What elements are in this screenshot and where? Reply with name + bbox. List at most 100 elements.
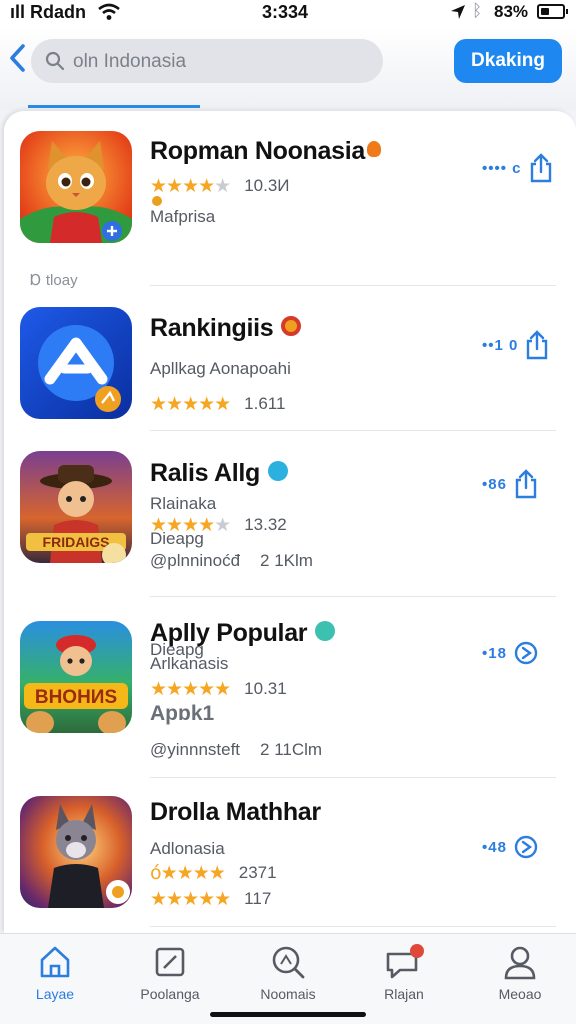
- app-subtitle: Rlainaka: [150, 494, 217, 513]
- row3-meta: @plnninoćđ 2 1Klm: [150, 551, 313, 571]
- app-icon-wolf: [20, 796, 132, 908]
- app-title-text: Aplly Popular: [150, 619, 308, 647]
- list-item[interactable]: Drolla Mathhar Adlonasia ó★★★★ 2371 ★★★★…: [4, 778, 576, 933]
- chat-icon: [386, 944, 424, 979]
- rating: ★★★★★ 117: [150, 888, 271, 910]
- rating-count: 117: [244, 889, 272, 908]
- tab-square[interactable]: Poolanga: [120, 944, 220, 1002]
- svg-text:FRIDAIGS: FRIDAIGS: [43, 534, 110, 550]
- app-list: Ropman Noonasia ★★★★★ 10.3И Mafprisa •••…: [4, 111, 576, 933]
- app-title-text: Drolla Mathhar: [150, 798, 321, 826]
- segment-indicator: [28, 105, 200, 108]
- search-icon: [45, 51, 65, 76]
- rating-count: 1.611: [244, 394, 286, 413]
- app-title[interactable]: Aplly Popular: [150, 619, 480, 648]
- location-icon: [450, 4, 466, 25]
- app-title-text: Ropman Noonasia: [150, 137, 365, 165]
- tab-label: Meoao: [498, 986, 542, 1002]
- tab-search[interactable]: Noomais: [238, 944, 338, 1002]
- divider: [150, 926, 556, 927]
- reward-badge-icon: [281, 316, 302, 337]
- rating: ó★★★★ 2371: [150, 862, 277, 884]
- tab-label: Noomais: [260, 986, 316, 1002]
- share-icon: [530, 153, 551, 183]
- rating: ★★★★★ 1.611: [150, 393, 285, 415]
- star-rating-icon: ★★★★★: [150, 393, 231, 415]
- star-rating-icon: ★★★★★: [150, 678, 231, 700]
- ranking-button[interactable]: Dkaking: [454, 39, 562, 83]
- play-share-icon: [514, 641, 538, 665]
- app-title[interactable]: Ralis Allg: [150, 459, 288, 488]
- share-count: •48: [482, 838, 507, 856]
- list-item[interactable]: FRIDAIGS Ralis Allg Rlainaka ★★★★★ 13.32…: [4, 431, 576, 659]
- app-subtitle: Apllkag Aonapoahi: [150, 359, 291, 378]
- app-icon-cat: [20, 131, 132, 243]
- tab-label: Layae: [35, 986, 75, 1002]
- tab-chat[interactable]: Rlajan: [354, 944, 454, 1002]
- tab-label: Rlajan: [384, 986, 424, 1002]
- rating-count: 10.3И: [244, 176, 290, 195]
- share-count: •86: [482, 475, 507, 493]
- row4-block: Aplly Popular Arlkanasis ★★★★★ 10.31 Apɒ…: [150, 619, 480, 760]
- chevron-left-icon: [10, 44, 25, 72]
- share-button[interactable]: •86: [482, 469, 539, 499]
- tab-home[interactable]: Layae: [5, 944, 105, 1002]
- app-meta: @yinnnsteft 2 11Clm: [150, 740, 480, 760]
- app-extra: Dieapg: [150, 529, 204, 548]
- share-icon: [515, 469, 537, 499]
- clock: 3:334: [262, 2, 309, 22]
- divider: [150, 777, 556, 778]
- share-count: •••• c: [482, 159, 522, 177]
- share-button[interactable]: •••• c: [482, 153, 554, 183]
- app-size: 2 1Klm: [260, 551, 313, 570]
- carrier-label: ıll Rdadn: [10, 2, 86, 22]
- star-rating-icon: ★★★★★: [150, 175, 231, 197]
- status-bar: ıll Rdadn 3:334 ᛒ 83%: [0, 0, 576, 26]
- app-subtitle: Mafprisa: [150, 207, 216, 226]
- app-handle: @yinnnsteft: [150, 740, 241, 759]
- share-button[interactable]: ••1 0: [482, 330, 550, 360]
- tab-bar: Layae Poolanga Noomais Rlajan Meoao: [0, 933, 576, 1024]
- row3-details: Dieapg: [150, 529, 204, 549]
- play-share-icon: [514, 835, 538, 859]
- app-icon-adventure: ВНОНИS: [20, 621, 132, 733]
- search-query: oln Indonasia: [73, 51, 187, 72]
- app-icon-cowboy: FRIDAIGS: [20, 451, 132, 563]
- search-input[interactable]: oln Indonasia: [31, 39, 383, 83]
- share-button[interactable]: •48: [482, 834, 539, 860]
- share-icon: [527, 330, 548, 360]
- rating-count: 13.32: [244, 515, 287, 534]
- back-button[interactable]: [6, 40, 30, 76]
- app-subtitle: Adlonasia: [150, 839, 225, 858]
- home-icon: [40, 946, 70, 978]
- app-size: 2 11Clm: [260, 740, 323, 759]
- rating: ★★★★★ 10.31: [150, 678, 480, 700]
- rating-count: 2371: [238, 863, 277, 882]
- app-title-text: Rankingiis: [150, 314, 274, 342]
- verified-icon: [268, 461, 288, 482]
- bluetooth-icon: ᛒ: [472, 1, 483, 20]
- share-count: ••1 0: [482, 336, 519, 354]
- app-handle: @plnninoćđ: [150, 551, 241, 570]
- app-title[interactable]: Ropman Noonasia: [150, 137, 381, 166]
- navigation-bar: oln Indonasia Dkaking: [0, 26, 576, 110]
- rating: ★★★★★ 10.3И: [150, 175, 290, 197]
- tab-profile[interactable]: Meoao: [470, 944, 570, 1002]
- tab-label: Poolanga: [140, 986, 200, 1002]
- share-button[interactable]: •18: [482, 640, 539, 666]
- square-icon: [155, 947, 185, 977]
- app-title[interactable]: Drolla Mathhar: [150, 798, 321, 827]
- list-item[interactable]: Ropman Noonasia ★★★★★ 10.3И Mafprisa •••…: [4, 111, 576, 289]
- flame-icon: [366, 141, 381, 158]
- star-rating-icon: ★★★★★: [150, 888, 231, 910]
- wifi-icon: [98, 3, 120, 26]
- category-icon: [152, 196, 162, 206]
- battery-icon: [537, 4, 568, 19]
- rating-count: 10.31: [244, 679, 287, 698]
- person-icon: [504, 946, 536, 980]
- svg-text:ВНОНИS: ВНОНИS: [35, 687, 117, 708]
- verified-icon: [315, 621, 336, 642]
- app-title-text: Ralis Allg: [150, 459, 260, 487]
- list-item[interactable]: Rankingiis Apllkag Aonapoahi ★★★★★ 1.611…: [4, 286, 576, 430]
- app-title[interactable]: Rankingiis: [150, 314, 302, 343]
